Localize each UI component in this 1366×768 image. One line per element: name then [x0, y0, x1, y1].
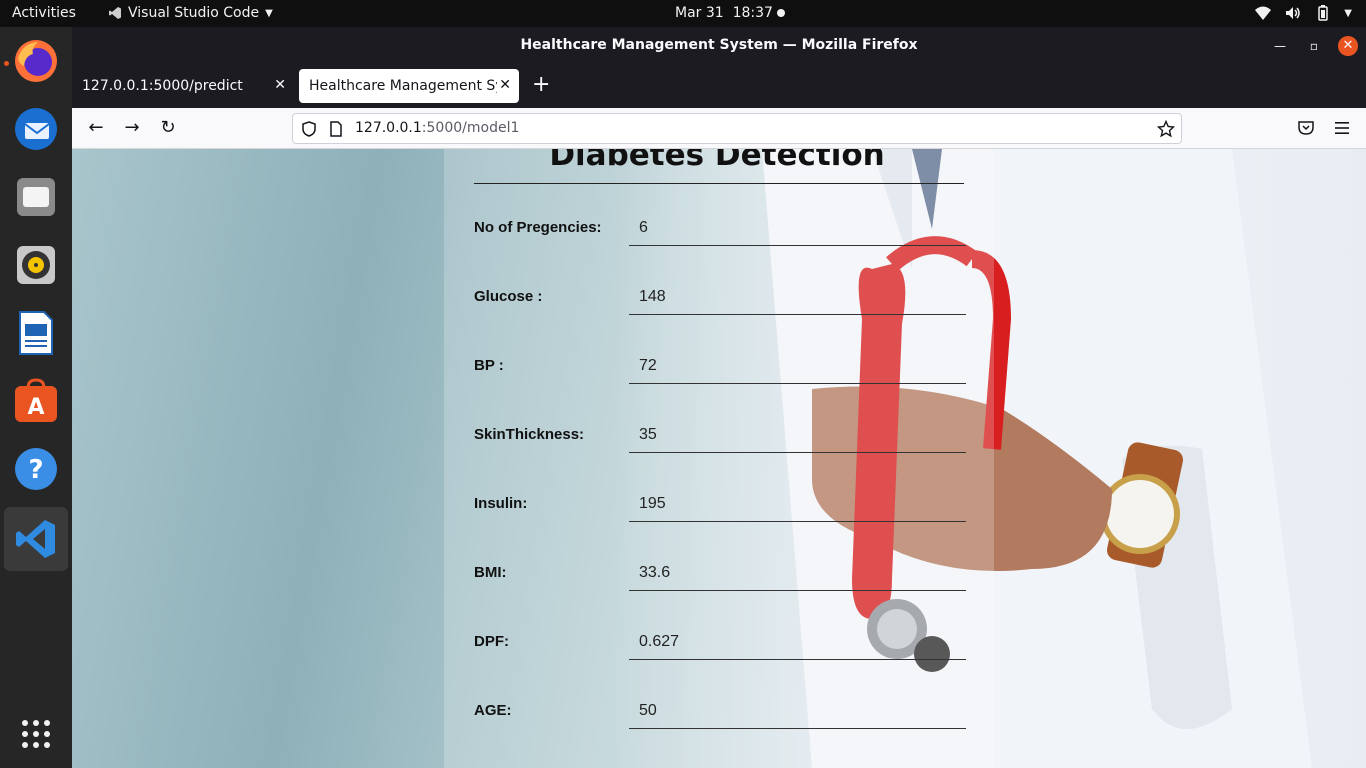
field-label: SkinThickness: [474, 426, 585, 443]
window-titlebar[interactable]: Healthcare Management System — Mozilla F… [72, 27, 1366, 64]
bmi-input[interactable]: 33.6 [629, 556, 966, 591]
url-bar[interactable]: 127.0.0.1:5000/model1 [292, 113, 1182, 144]
url-path: :5000/model1 [421, 120, 520, 136]
field-row-pregnancies: No of Pregencies: 6 [474, 211, 966, 251]
tab-predict[interactable]: 127.0.0.1:5000/predict ✕ [72, 69, 294, 103]
notification-dot [777, 9, 785, 17]
volume-icon [1286, 7, 1301, 19]
svg-text:?: ? [28, 455, 43, 485]
heading-divider [474, 183, 964, 184]
field-row-insulin: Insulin: 195 [474, 487, 966, 527]
files-icon[interactable] [12, 173, 60, 221]
app-center-icon[interactable]: A [12, 377, 60, 425]
activities-button[interactable]: Activities [12, 5, 76, 21]
tab-bar: 127.0.0.1:5000/predict ✕ Healthcare Mana… [72, 64, 1366, 108]
back-button[interactable]: ← [84, 116, 108, 140]
field-label: Glucose : [474, 288, 543, 305]
page-content: Diabetes Detection No of Pregencies: 6 G… [72, 149, 1366, 768]
field-value: 195 [639, 495, 666, 512]
dpf-input[interactable]: 0.627 [629, 625, 966, 660]
field-row-bp: BP : 72 [474, 349, 966, 389]
field-value: 50 [639, 702, 657, 719]
running-indicator [4, 61, 9, 66]
field-value: 148 [639, 288, 666, 305]
vscode-small-icon [109, 7, 121, 19]
forward-button[interactable]: → [120, 116, 144, 140]
field-value: 33.6 [639, 564, 671, 581]
field-label: AGE: [474, 702, 512, 719]
battery-icon [1318, 5, 1329, 21]
clock[interactable]: Mar 31 18:37 [675, 5, 773, 21]
url-text[interactable]: 127.0.0.1:5000/model1 [355, 120, 519, 136]
chevron-down-icon: ▼ [265, 7, 273, 19]
app-menu-label: Visual Studio Code [128, 5, 260, 21]
tab-healthcare[interactable]: Healthcare Management System ✕ [299, 69, 519, 103]
bookmark-star-icon[interactable] [1157, 120, 1175, 138]
wifi-icon [1255, 6, 1272, 20]
minimize-button[interactable]: — [1270, 36, 1290, 56]
time-label: 18:37 [732, 5, 773, 21]
app-menu[interactable]: Visual Studio Code ▼ [108, 5, 273, 21]
show-apps-icon[interactable] [12, 710, 60, 758]
skinthickness-input[interactable]: 35 [629, 418, 966, 453]
field-label: BMI: [474, 564, 507, 581]
bp-input[interactable]: 72 [629, 349, 966, 384]
maximize-button[interactable]: ▫ [1304, 36, 1324, 56]
field-value: 6 [639, 219, 648, 236]
date-label: Mar 31 [675, 5, 724, 21]
field-value: 72 [639, 357, 657, 374]
url-host: 127.0.0.1 [355, 120, 422, 136]
field-value: 35 [639, 426, 657, 443]
system-tray[interactable]: ▼ [1254, 4, 1352, 22]
dock: A ? [0, 27, 72, 768]
thunderbird-icon[interactable] [12, 105, 60, 153]
field-label: Insulin: [474, 495, 528, 512]
close-window-button[interactable]: ✕ [1338, 36, 1358, 56]
field-row-skinthickness: SkinThickness: 35 [474, 418, 966, 458]
gnome-top-bar: Activities Visual Studio Code ▼ Mar 31 1… [0, 0, 1366, 27]
reload-button[interactable]: ↻ [156, 116, 180, 140]
field-value: 0.627 [639, 633, 680, 650]
tab-title: Healthcare Management System [309, 78, 497, 94]
field-row-bmi: BMI: 33.6 [474, 556, 966, 596]
page-heading: Diabetes Detection [549, 149, 885, 173]
navigation-toolbar: ← → ↻ 127.0.0.1:5000/model1 [72, 108, 1366, 149]
svg-text:A: A [27, 395, 44, 420]
pregnancies-input[interactable]: 6 [629, 211, 966, 246]
tab-title: 127.0.0.1:5000/predict [82, 78, 243, 94]
field-label: No of Pregencies: [474, 219, 602, 236]
rhythmbox-icon[interactable] [12, 241, 60, 289]
vscode-icon[interactable] [4, 507, 68, 571]
age-input[interactable]: 50 [629, 694, 966, 729]
pocket-icon[interactable] [1298, 120, 1314, 136]
firefox-icon[interactable] [12, 37, 60, 85]
insulin-input[interactable]: 195 [629, 487, 966, 522]
field-label: DPF: [474, 633, 509, 650]
shield-icon[interactable] [301, 121, 317, 137]
page-info-icon[interactable] [329, 121, 343, 137]
close-tab-icon[interactable]: ✕ [274, 77, 286, 93]
close-tab-icon[interactable]: ✕ [499, 77, 511, 93]
field-row-glucose: Glucose : 148 [474, 280, 966, 320]
field-row-age: AGE: 50 [474, 694, 966, 734]
field-label: BP : [474, 357, 504, 374]
glucose-input[interactable]: 148 [629, 280, 966, 315]
chevron-down-icon: ▼ [1344, 7, 1352, 19]
hamburger-menu-icon[interactable] [1334, 120, 1350, 136]
new-tab-button[interactable]: + [532, 74, 550, 96]
libreoffice-writer-icon[interactable] [12, 309, 60, 357]
help-icon[interactable]: ? [12, 445, 60, 493]
window-title: Healthcare Management System — Mozilla F… [520, 37, 918, 53]
field-row-dpf: DPF: 0.627 [474, 625, 966, 665]
